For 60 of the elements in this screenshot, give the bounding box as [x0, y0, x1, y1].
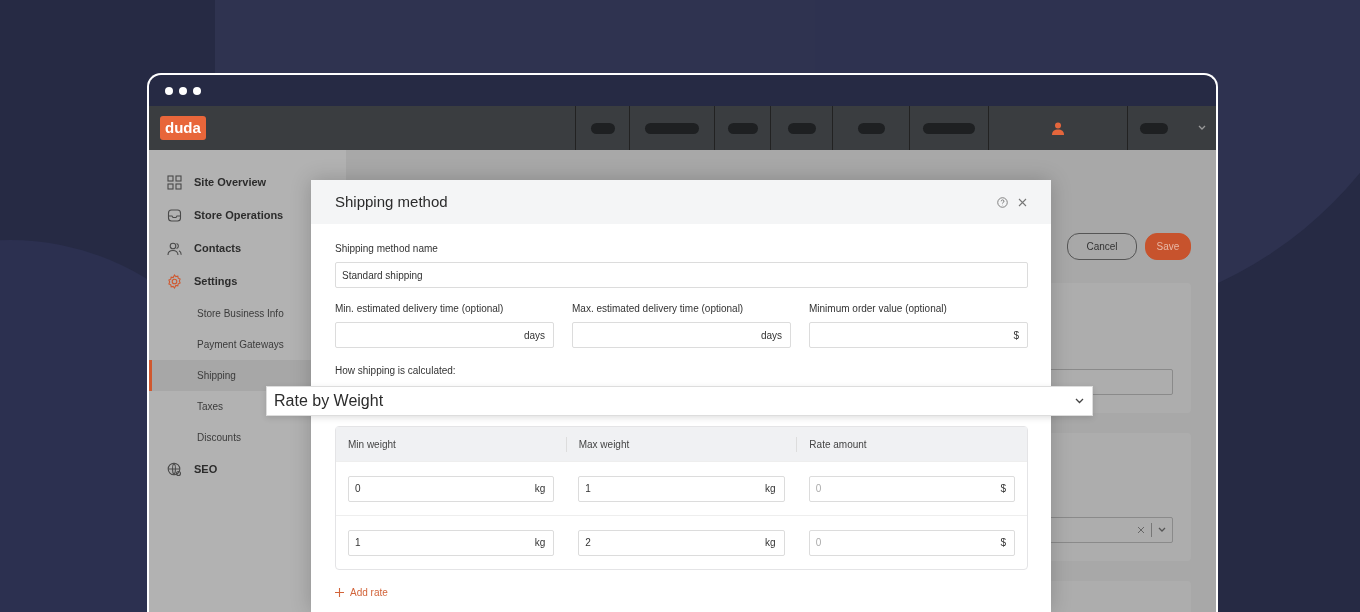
- input-field[interactable]: Standard shipping: [335, 262, 1028, 288]
- menu-placeholder[interactable]: [590, 122, 615, 134]
- window-dot: [165, 86, 173, 95]
- column-header: Max weight: [565, 436, 797, 452]
- field-value[interactable]: 0: [815, 481, 1001, 496]
- sidebar-item[interactable]: Site Overview: [194, 174, 267, 191]
- menu-placeholder[interactable]: [645, 122, 699, 134]
- dialog-title: Shipping method: [335, 191, 449, 212]
- unit-label: days: [760, 328, 782, 343]
- input-field[interactable]: 0 $: [808, 475, 1015, 502]
- field-value[interactable]: 1: [355, 535, 535, 550]
- unit-label: kg: [534, 482, 546, 496]
- add-rate-link[interactable]: Add rate: [335, 585, 388, 600]
- plus-icon: [335, 588, 344, 597]
- cancel-button[interactable]: Cancel: [1067, 233, 1137, 260]
- input-field[interactable]: 1 kg: [578, 475, 785, 502]
- unit-label: kg: [534, 536, 546, 550]
- unit-label: kg: [765, 536, 776, 550]
- field-label: Minimum order value (optional): [809, 302, 948, 316]
- field-value[interactable]: 0: [355, 481, 535, 496]
- input-field[interactable]: days: [572, 322, 791, 348]
- input-field[interactable]: $: [809, 322, 1028, 348]
- field-label: Shipping method name: [335, 242, 439, 256]
- unit-label: $: [1000, 482, 1006, 496]
- field-value[interactable]: 1: [585, 481, 766, 496]
- input-field[interactable]: 0 $: [808, 529, 1015, 556]
- unit-label: kg: [765, 482, 776, 496]
- field-label: Min. estimated delivery time (optional): [335, 302, 505, 316]
- help-icon[interactable]: [997, 196, 1008, 208]
- sidebar-item[interactable]: SEO: [194, 461, 218, 478]
- menu-placeholder[interactable]: [727, 122, 758, 134]
- input-field[interactable]: 2 kg: [578, 529, 785, 556]
- window-dot: [179, 86, 187, 95]
- field-label: Max. estimated delivery time (optional): [572, 302, 745, 316]
- input-field[interactable]: 0 kg: [348, 475, 555, 502]
- column-header: Min weight: [347, 437, 397, 452]
- chevron-down-icon: [1158, 527, 1166, 533]
- window-dot: [193, 86, 201, 95]
- menu-placeholder[interactable]: [787, 122, 816, 134]
- field-value[interactable]: Standard shipping: [342, 267, 1019, 283]
- sidebar-item[interactable]: Settings: [194, 273, 238, 290]
- user-icon[interactable]: [1052, 121, 1064, 135]
- unit-label: $: [1000, 536, 1006, 550]
- dropdown-field[interactable]: Rate by Weight: [266, 386, 1093, 416]
- input-field[interactable]: days: [335, 322, 554, 348]
- input-field[interactable]: 1 kg: [348, 529, 555, 556]
- close-icon[interactable]: [1018, 197, 1027, 207]
- sidebar-item[interactable]: Contacts: [194, 240, 242, 257]
- clear-icon: [1137, 526, 1145, 534]
- field-value[interactable]: 2: [585, 535, 766, 550]
- field-value[interactable]: 0: [815, 535, 1001, 550]
- menu-placeholder[interactable]: [1140, 122, 1168, 134]
- menu-placeholder[interactable]: [923, 122, 975, 134]
- column-header: Rate amount: [796, 436, 1027, 452]
- menu-placeholder[interactable]: [857, 122, 885, 134]
- sidebar-item[interactable]: Store Operations: [194, 207, 284, 224]
- chevron-down-icon[interactable]: [1198, 125, 1206, 131]
- chevron-down-icon: [1075, 398, 1084, 404]
- unit-label: days: [523, 328, 545, 343]
- unit-label: $: [1013, 328, 1019, 343]
